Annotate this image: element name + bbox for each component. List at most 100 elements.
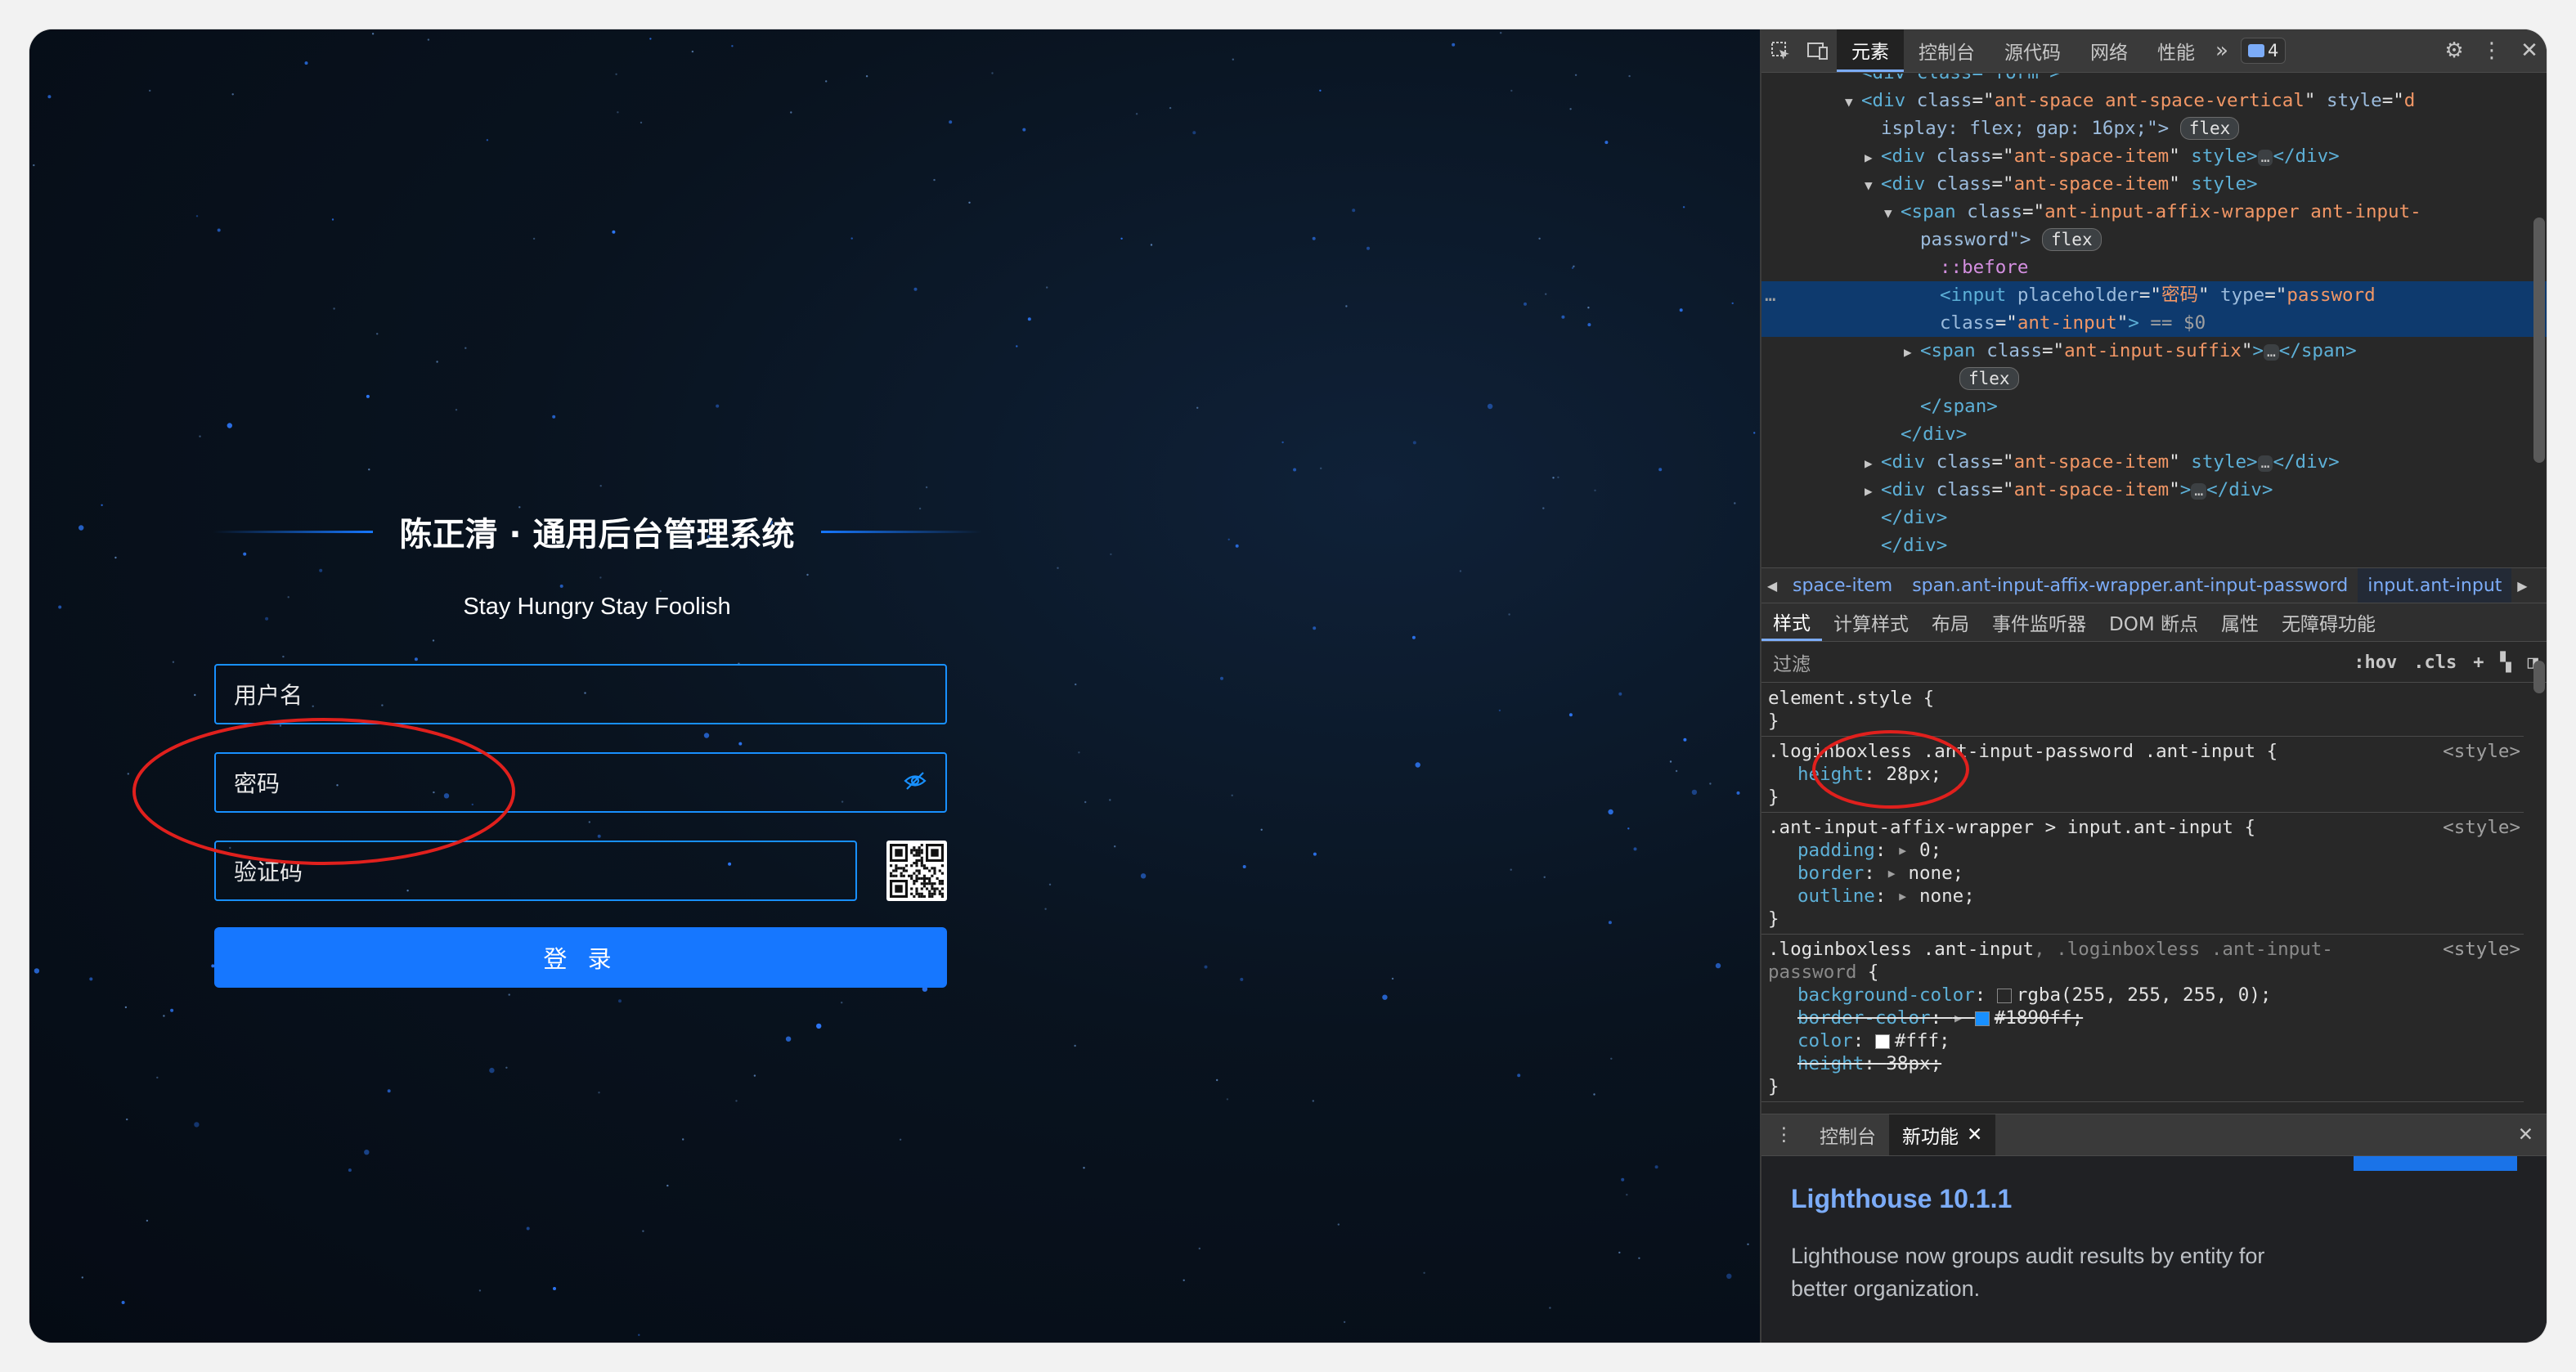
css-rule[interactable]: .ant-input-affix-wrapper > input.ant-inp… [1761,813,2524,935]
css-declaration[interactable]: outline: ▸ none; [1768,885,2517,908]
captcha-image[interactable] [886,841,947,901]
breadcrumb-item[interactable]: space-item [1783,576,1902,596]
css-declaration[interactable]: height: 28px; [1768,763,2517,786]
tab-properties[interactable]: 属性 [2210,603,2270,641]
star [194,1122,200,1128]
star [1510,89,1513,92]
password-field[interactable]: 密码 [214,752,947,813]
tab-elements[interactable]: 元素 [1837,29,1904,72]
star [1626,1194,1628,1196]
title-divider-right [820,530,982,533]
drawer-tab-whats-new[interactable]: 新功能 ✕ [1889,1114,1996,1155]
dom-node-line[interactable]: ▶ <div class="ant-space-item" style>… </di… [1761,448,2547,476]
styles-scrollbar[interactable] [2533,661,2545,693]
add-rule-icon[interactable]: + [2465,652,2492,673]
css-selector: element.style [1768,688,1913,709]
crumb-right-icon[interactable]: ▶ [2511,568,2533,603]
issues-badge[interactable]: 4 [2241,38,2287,64]
dom-node-line[interactable]: ▼ <div class="ant-space-item" style> [1761,170,2547,198]
dom-space [2006,285,2017,306]
styles-pane[interactable]: element.style {} .loginboxless .ant-input… [1761,684,2524,1138]
css-rule[interactable]: element.style {} [1761,684,2524,737]
star [333,307,335,310]
dom-node-line[interactable]: </div> [1761,531,2547,559]
css-rule[interactable]: .loginboxless .ant-input, .loginboxless … [1761,935,2524,1102]
tab-network[interactable]: 网络 [2076,29,2143,72]
dom-node-line[interactable]: </div> [1761,420,2547,448]
css-property-value: 0 [1919,840,1931,861]
tab-computed[interactable]: 计算样式 [1822,603,1920,641]
css-rule[interactable]: .loginboxless .ant-input-password .ant-i… [1761,737,2524,813]
tab-performance[interactable]: 性能 [2143,29,2210,72]
username-field[interactable]: 用户名 [214,664,947,724]
star [640,121,643,124]
hover-state-toggle[interactable]: :hov [2345,652,2405,673]
star [387,1089,391,1093]
star [850,237,853,240]
dom-node-line[interactable]: ▶ <span class="ant-input-suffix">… </span> [1761,337,2547,365]
star [319,568,323,572]
css-declaration[interactable]: padding: ▸ 0; [1768,839,2517,862]
paint-brush-icon[interactable]: ▚ [2493,652,2520,673]
star [615,73,617,75]
tab-accessibility[interactable]: 无障碍功能 [2270,603,2387,641]
class-toggle[interactable]: .cls [2405,652,2465,673]
css-declaration[interactable]: color: #fff; [1768,1029,2517,1052]
more-tabs-icon[interactable]: » [2210,29,2234,72]
tab-layout[interactable]: 布局 [1920,603,1981,641]
star [1423,1271,1425,1275]
css-declaration[interactable]: border: ▸ none; [1768,862,2517,885]
css-rule-selector-line: element.style { [1768,687,2517,710]
tab-console[interactable]: 控制台 [1904,29,1990,72]
dom-node-line[interactable]: <div class="form"> [1761,74,2547,87]
close-drawer-icon[interactable]: ✕ [2505,1114,2547,1155]
dom-node-line[interactable]: </div> [1761,504,2547,531]
dom-node-line[interactable]: ::before [1761,253,2547,281]
dom-scrollbar[interactable] [2533,217,2545,463]
tab-sources[interactable]: 源代码 [1990,29,2076,72]
css-declaration[interactable]: border-color: ▸ #1890ff; [1768,1007,2517,1029]
styles-filter-bar: 过滤 :hov .cls + ▚ ◨ [1761,643,2547,683]
breadcrumb-item[interactable]: span.ant-input-affix-wrapper.ant-input-p… [1902,576,2358,596]
filter-input[interactable]: 过滤 [1761,648,2345,676]
css-declaration[interactable]: background-color: rgba(255, 255, 255, 0)… [1768,984,2517,1007]
lighthouse-title[interactable]: Lighthouse 10.1.1 [1791,1184,2012,1214]
star [89,977,93,981]
dom-node-line[interactable]: ▼ <span class="ant-input-affix-wrapper an… [1761,198,2547,226]
eye-invisible-icon[interactable] [903,769,927,797]
gear-icon[interactable]: ⚙ [2435,29,2473,72]
dom-node-line[interactable]: … <input placeholder="密码" type="password [1761,281,2547,309]
close-tab-icon[interactable]: ✕ [1967,1124,1982,1146]
dom-node-line[interactable]: class="ant-input"> == $0 [1761,309,2547,337]
star [1411,635,1416,639]
breadcrumb-item-active[interactable]: input.ant-input [2358,568,2512,603]
login-button[interactable]: 登 录 [214,927,947,988]
kebab-menu-icon[interactable]: ⋮ [2473,29,2511,72]
css-selector: .ant-input-affix-wrapper > input.ant-inp… [1768,817,2233,838]
tab-dom-breakpoints[interactable]: DOM 断点 [2098,603,2210,641]
dom-node-line[interactable]: ▼ <div class="ant-space ant-space-vertica… [1761,87,2547,114]
dom-node-line[interactable]: isplay: flex; gap: 16px;"> flex [1761,114,2547,142]
css-colon: : [1864,1053,1887,1074]
close-icon[interactable]: ✕ [2511,29,2547,72]
dom-node-line[interactable]: ▶ <div class="ant-space-item">… </div> [1761,476,2547,504]
tab-styles[interactable]: 样式 [1761,603,1822,641]
dom-node-line[interactable]: flex [1761,365,2547,392]
css-selector: .loginboxless .ant-input-password .ant-i… [1768,741,2256,762]
drawer-menu-icon[interactable]: ⋮ [1761,1114,1806,1155]
css-declaration[interactable]: height: 38px; [1768,1052,2517,1075]
captcha-field[interactable]: 验证码 [214,841,857,901]
dom-node-line[interactable]: </span> [1761,392,2547,420]
dom-attr-name: class [1936,479,1992,500]
drawer-tab-console[interactable]: 控制台 [1806,1114,1889,1155]
tab-event-listeners[interactable]: 事件监听器 [1981,603,2098,641]
star [1734,502,1736,504]
device-toolbar-icon[interactable] [1799,29,1837,72]
dom-indent [1923,255,1940,283]
dom-tag: </div> [2273,146,2340,167]
inspect-element-icon[interactable] [1761,29,1799,72]
crumb-left-icon[interactable]: ◀ [1761,568,1783,603]
dom-node-line[interactable]: ▶ <div class="ant-space-item" style>… </di… [1761,142,2547,170]
dom-tree[interactable]: <div class="form">▼<div class="ant-space… [1761,74,2547,567]
dom-node-line[interactable]: password"> flex [1761,226,2547,253]
